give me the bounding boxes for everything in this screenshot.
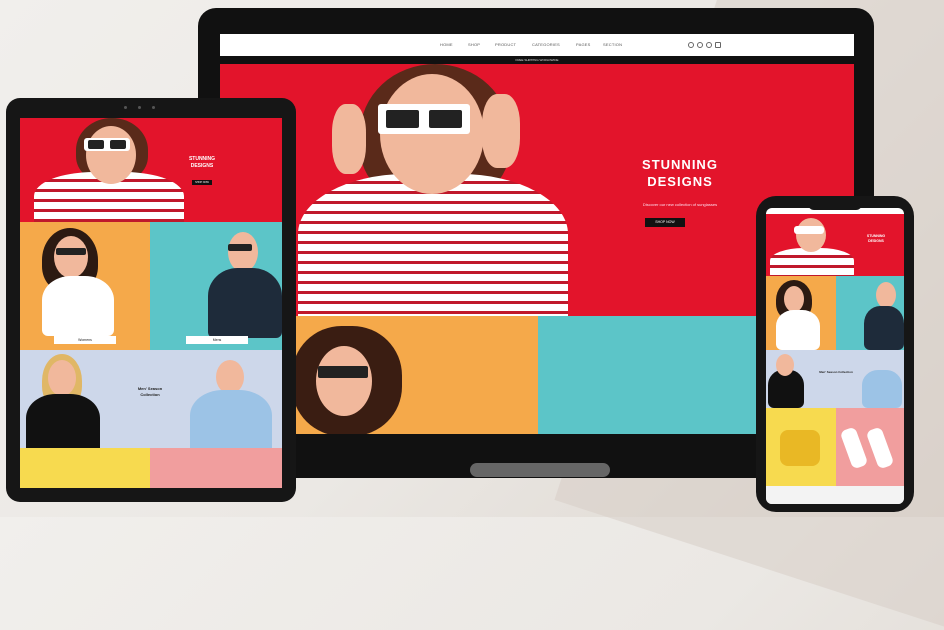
wishlist-icon[interactable]: [706, 42, 712, 48]
sneaker-icon: [839, 426, 869, 470]
hero-model-hand-left: [332, 104, 366, 174]
tablet-sensor-2: [152, 106, 155, 109]
tablet-hero-title: STUNNING DESIGNS: [178, 156, 226, 170]
tablet-sensor: [138, 106, 141, 109]
nav-item-pages[interactable]: PAGES: [576, 42, 591, 47]
lens-left: [88, 140, 104, 149]
phone-hero-title-line2: DESIGNS: [868, 239, 884, 243]
tablet-tile-womens[interactable]: Womens: [20, 222, 150, 350]
tablet-collection-banner[interactable]: Men' Season Collection: [20, 350, 282, 454]
model-face: [876, 282, 896, 308]
hero-subtitle: Discover our new collection of sunglasse…: [642, 202, 718, 207]
model-face: [54, 236, 88, 278]
lens-right: [110, 140, 126, 149]
model-face: [776, 354, 794, 376]
tablet-hero-title-line1: STUNNING: [188, 156, 216, 162]
phone-tile-bags[interactable]: [766, 408, 836, 486]
collection-title-line2: Collection: [140, 392, 160, 397]
tablet-tile-shoes[interactable]: [150, 448, 282, 488]
nav-item-shop[interactable]: SHOP: [468, 42, 480, 47]
lens-left: [386, 110, 419, 128]
sunglasses-icon: [56, 248, 86, 255]
tablet-tile-mens[interactable]: Mens: [150, 222, 282, 350]
tablet-camera: [124, 106, 127, 109]
hero-shop-button[interactable]: SHOP NOW: [645, 218, 685, 227]
model-shirt: [26, 394, 100, 454]
tablet-shop-button[interactable]: SHOP NOW: [192, 180, 212, 185]
phone-tile-mens[interactable]: [836, 276, 904, 350]
collection-title: Men' Season Collection: [120, 386, 180, 398]
nav-item-categories[interactable]: CATEGORIES: [532, 42, 560, 47]
tablet-hero-title-line2: DESIGNS: [190, 163, 214, 169]
model-shirt: [776, 310, 820, 350]
tablet-label-mens[interactable]: Mens: [186, 336, 248, 344]
laptop-stand: [470, 463, 610, 477]
phone-tile-womens[interactable]: [766, 276, 836, 350]
handbag-icon: [780, 430, 820, 466]
phone-tile-shoes[interactable]: [836, 408, 904, 486]
hero-model-face: [380, 74, 484, 194]
lens-right: [429, 110, 462, 128]
model-face: [316, 346, 372, 416]
tablet-hero: STUNNING DESIGNS SHOP NOW: [20, 118, 282, 232]
sneaker-icon-2: [865, 426, 895, 470]
model-face: [48, 360, 76, 396]
nav-item-section[interactable]: SECTION: [603, 42, 622, 47]
model-shirt-2: [190, 390, 272, 454]
nav-item-home[interactable]: HOME: [440, 42, 453, 47]
search-icon[interactable]: [688, 42, 694, 48]
model-shirt-2: [862, 370, 902, 408]
phone-screen: STUNNING DESIGNS Men' Season Collection: [766, 208, 904, 504]
model-face: [228, 232, 258, 272]
phone-collection-title: Men' Season Collection: [819, 370, 853, 374]
tablet-screen: STUNNING DESIGNS SHOP NOW Womens Mens Me…: [20, 118, 282, 488]
phone-bottom-bar: [766, 486, 904, 504]
hero-title-line1: STUNNING: [642, 157, 718, 172]
model-face-2: [216, 360, 244, 394]
hero-model-hand-right: [482, 94, 520, 168]
hero-title-line2: DESIGNS: [647, 174, 713, 189]
model-shirt: [864, 306, 904, 350]
sunglasses-icon: [318, 366, 368, 378]
tablet-tile-bags[interactable]: [20, 448, 150, 488]
navbar: HOME SHOP PRODUCT CATEGORIES PAGES SECTI…: [220, 34, 854, 57]
model-face: [796, 218, 826, 252]
cart-icon[interactable]: [715, 42, 721, 48]
phone-collection-banner[interactable]: Men' Season Collection: [766, 350, 904, 408]
sunglasses-icon: [794, 226, 824, 234]
nav-item-product[interactable]: PRODUCT: [495, 42, 516, 47]
phone-hero-title: STUNNING DESIGNS: [856, 234, 896, 244]
model-shirt: [42, 276, 114, 336]
model-face: [784, 286, 804, 312]
hero-model-shirt: [298, 174, 568, 324]
user-icon[interactable]: [697, 42, 703, 48]
model-shirt: [208, 268, 282, 338]
announcement-bar: FREE SHIPPING WORLDWIDE: [220, 56, 854, 64]
phone-hero: STUNNING DESIGNS: [766, 214, 904, 280]
hero-title: STUNNING DESIGNS: [605, 156, 755, 190]
model-face: [86, 126, 136, 184]
tablet-label-womens[interactable]: Womens: [54, 336, 116, 344]
phone-notch: [808, 202, 862, 210]
sunglasses-icon: [228, 244, 252, 251]
